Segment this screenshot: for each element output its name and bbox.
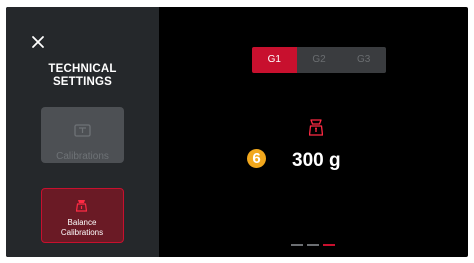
sidebar-title: TECHNICAL SETTINGS xyxy=(6,63,159,89)
page-dot-active xyxy=(323,244,335,246)
calibrations-label: Calibrations xyxy=(56,151,109,162)
balance-calibrations-label-line1: Balance xyxy=(67,218,97,227)
balance-calibrations-tile[interactable]: Balance Calibrations xyxy=(41,188,124,243)
balance-calibrations-label: Balance Calibrations xyxy=(42,218,122,237)
sidebar-title-line2: SETTINGS xyxy=(52,76,113,88)
calibrations-tile[interactable]: Calibrations xyxy=(41,107,124,163)
page-dot xyxy=(307,244,319,246)
scale-icon xyxy=(75,198,88,217)
scale-flat-icon xyxy=(74,124,91,142)
page-indicator xyxy=(291,244,335,246)
sidebar-title-line1: TECHNICAL xyxy=(48,63,117,75)
group-option-g1[interactable]: G1 xyxy=(252,47,297,73)
scale-icon xyxy=(308,119,324,141)
app-window: TECHNICAL SETTINGS Calibrations Balance … xyxy=(6,7,468,257)
step-badge: 6 xyxy=(247,149,266,168)
close-icon[interactable] xyxy=(31,35,45,49)
sidebar: TECHNICAL SETTINGS Calibrations Balance … xyxy=(6,7,159,257)
balance-calibrations-label-line2: Calibrations xyxy=(60,227,104,237)
group-option-g3[interactable]: G3 xyxy=(341,47,386,73)
group-selector: G1 G2 G3 xyxy=(252,47,386,73)
weight-value: 300 g xyxy=(292,150,341,171)
group-option-g2[interactable]: G2 xyxy=(296,47,342,73)
page-dot xyxy=(291,244,303,246)
